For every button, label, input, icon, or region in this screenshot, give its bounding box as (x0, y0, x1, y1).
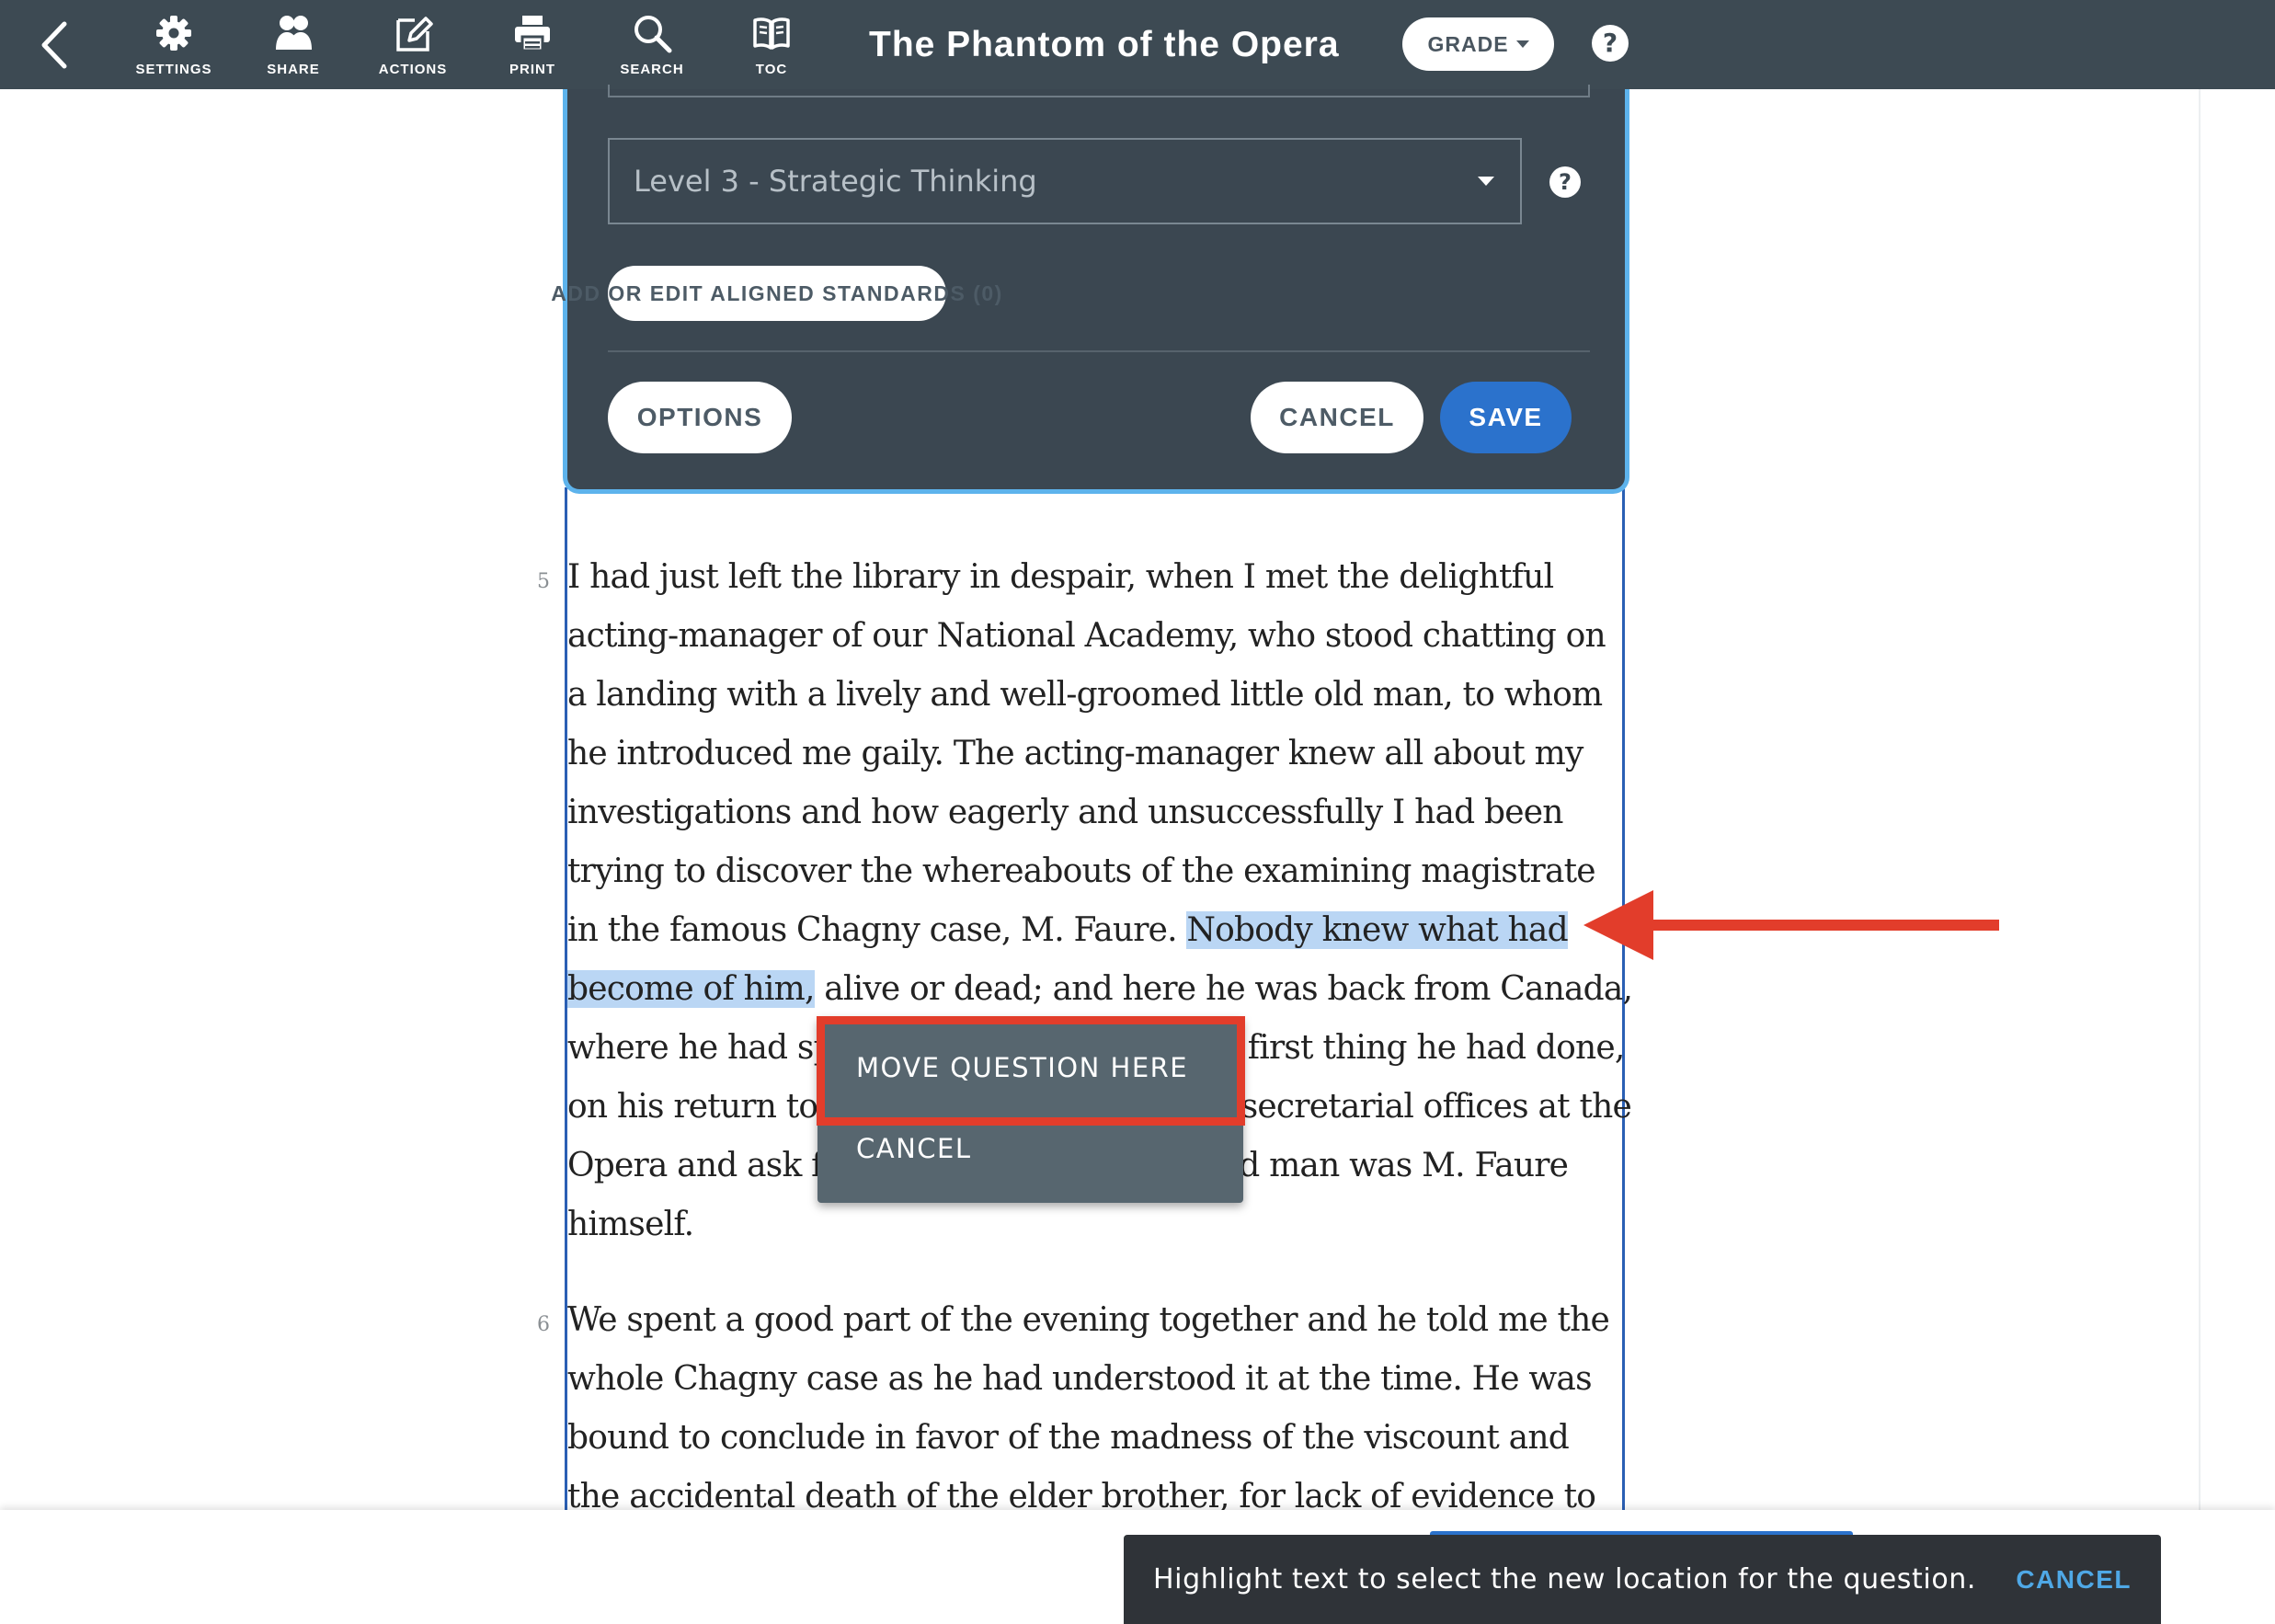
actions-button[interactable]: ACTIONS (362, 0, 463, 89)
passage-line[interactable]: trying to discover the whereabouts of th… (567, 842, 1596, 901)
passage-line[interactable]: whole Chagny case as he had understood i… (567, 1350, 1593, 1409)
paragraph-number: 6 (537, 1313, 550, 1336)
question-editor-panel: Level 3 - Strategic Thinking ? ADD OR ED… (551, 85, 1629, 494)
print-label: PRINT (509, 62, 555, 77)
edit-icon (396, 17, 433, 51)
passage-line[interactable]: in the famous Chagny case, M. Faure. Nob… (567, 901, 1569, 960)
question-text-field[interactable] (608, 85, 1590, 97)
settings-label: SETTINGS (135, 62, 212, 77)
passage-line[interactable]: investigations and how eagerly and unsuc… (567, 783, 1563, 842)
share-label: SHARE (267, 62, 320, 77)
passage-line[interactable]: a landing with a lively and well-groomed… (567, 666, 1603, 725)
save-button[interactable]: SAVE (1440, 382, 1572, 453)
users-icon (276, 16, 312, 50)
snackbar-message: Highlight text to select the new locatio… (1153, 1563, 1977, 1595)
share-button[interactable]: SHARE (243, 0, 344, 89)
passage-line[interactable]: become of him, alive or dead; and here h… (567, 960, 1633, 1019)
options-button[interactable]: OPTIONS (608, 382, 792, 453)
paragraph-number: 5 (537, 570, 550, 593)
toc-button[interactable]: TOC (721, 0, 822, 89)
search-button[interactable]: SEARCH (601, 0, 703, 89)
passage-line[interactable]: We spent a good part of the evening toge… (567, 1291, 1610, 1350)
passage-line[interactable]: he introduced me gaily. The acting-manag… (567, 725, 1583, 783)
highlighted-text[interactable]: become of him, (567, 970, 815, 1008)
chevron-left-icon (41, 21, 67, 69)
context-cancel-item[interactable]: CANCEL (856, 1133, 972, 1164)
caret-down-icon (1515, 40, 1529, 48)
highlighted-text[interactable]: Nobody knew what had (1186, 911, 1569, 949)
passage-text: alive or dead; and here he was back from… (814, 970, 1633, 1008)
passage-line[interactable]: bound to conclude in favor of the madnes… (567, 1409, 1570, 1468)
dok-help-icon[interactable]: ? (1549, 166, 1581, 198)
grade-dropdown-button[interactable]: GRADE (1402, 17, 1554, 71)
back-button[interactable] (35, 20, 75, 70)
search-icon (634, 16, 672, 53)
settings-button[interactable]: SETTINGS (123, 0, 224, 89)
dok-level-value: Level 3 - Strategic Thinking (634, 164, 1037, 199)
grade-label: GRADE (1427, 31, 1509, 56)
passage-line[interactable]: acting-manager of our National Academy, … (567, 607, 1606, 666)
dok-level-select[interactable]: Level 3 - Strategic Thinking (608, 138, 1522, 224)
page-edge-divider (2199, 89, 2201, 1510)
document-title: The Phantom of the Opera (869, 25, 1340, 64)
caret-down-icon (1478, 177, 1494, 186)
passage-line[interactable]: I had just left the library in despair, … (567, 548, 1554, 607)
search-label: SEARCH (620, 62, 684, 77)
editor-cancel-button[interactable]: CANCEL (1251, 382, 1423, 453)
actions-label: ACTIONS (378, 62, 448, 77)
book-icon (753, 17, 790, 50)
instruction-snackbar: Highlight text to select the new locatio… (1124, 1535, 2161, 1624)
help-icon[interactable]: ? (1592, 25, 1629, 62)
editor-divider (608, 350, 1590, 352)
top-toolbar: SETTINGS SHARE ACTIONS PRINT SEARCH TOC … (0, 0, 2275, 89)
passage-text: in the famous Chagny case, M. Faure. (567, 911, 1187, 949)
annotation-arrow-icon (1583, 890, 1999, 960)
print-button[interactable]: PRINT (482, 0, 583, 89)
toc-label: TOC (755, 62, 788, 77)
aligned-standards-button[interactable]: ADD OR EDIT ALIGNED STANDARDS (0) (551, 266, 1001, 321)
annotation-highlight-box (817, 1016, 1245, 1126)
snackbar-cancel-button[interactable]: CANCEL (2016, 1535, 2132, 1624)
gear-icon (156, 16, 191, 51)
printer-icon (515, 16, 550, 52)
passage-line[interactable]: himself. (567, 1195, 694, 1254)
